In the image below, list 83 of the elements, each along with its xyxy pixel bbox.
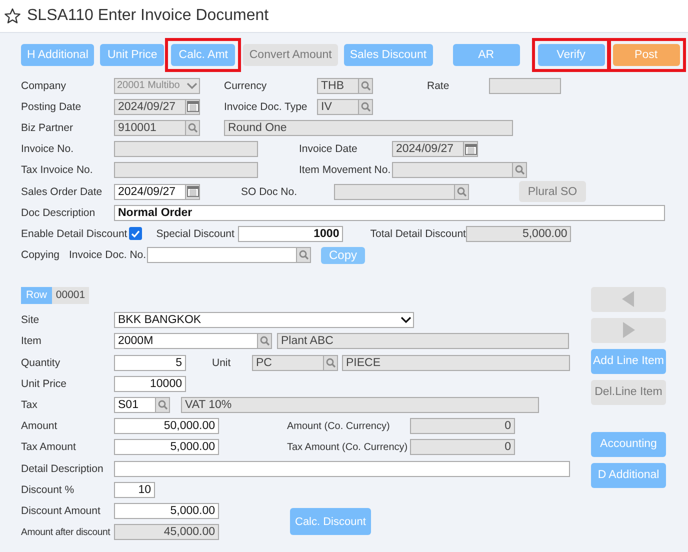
amount-field[interactable]: 0 xyxy=(410,418,515,434)
triangle-right-icon xyxy=(622,322,635,338)
row-label: Row xyxy=(21,286,52,304)
triangle-left-icon xyxy=(622,291,635,308)
field-label: Tax Invoice No. xyxy=(21,164,94,176)
partner-name-field[interactable]: Round One xyxy=(224,120,513,136)
search-icon[interactable] xyxy=(358,78,373,94)
field-label: Rate xyxy=(427,80,450,92)
calendar-icon[interactable] xyxy=(185,98,200,115)
field-label: Posting Date xyxy=(21,100,82,113)
doc-type-field[interactable]: IV xyxy=(317,98,358,115)
field-label: Item xyxy=(21,335,42,348)
field-label: Unit xyxy=(212,356,232,369)
quantity-field[interactable]: 5 xyxy=(114,354,186,371)
checkbox[interactable] xyxy=(129,227,142,240)
field-label: Item Movement No. xyxy=(299,164,392,176)
field-label: Currency xyxy=(224,80,268,92)
search-icon[interactable] xyxy=(358,98,373,115)
input-field[interactable] xyxy=(114,141,258,158)
description-field[interactable]: Normal Order xyxy=(114,204,665,221)
field-label: Enable Detail Discount xyxy=(21,228,128,240)
search-icon[interactable] xyxy=(512,162,527,178)
field-label: Tax Amount xyxy=(21,441,77,454)
price-field[interactable]: 10000 xyxy=(114,376,186,392)
window-title: SLSA110 Enter Invoice Document xyxy=(27,7,269,25)
amount-field[interactable]: 45,000.00 xyxy=(114,524,219,540)
field-label: Biz Partner xyxy=(21,122,74,134)
field-label: Amount after discount xyxy=(21,526,112,538)
field-label: Discount Amount xyxy=(21,504,102,517)
field-label: Special Discount xyxy=(156,228,236,240)
field-label: Site xyxy=(21,314,40,326)
amount-field[interactable]: 5,000.00 xyxy=(114,502,219,519)
field-label: Tax Amount (Co. Currency) xyxy=(287,442,409,453)
row-number: 00001 xyxy=(52,286,89,304)
unit-name-field[interactable]: PIECE xyxy=(342,354,570,371)
search-icon[interactable] xyxy=(155,397,170,414)
field-label: Invoice Doc. Type xyxy=(224,100,308,113)
partner-field[interactable]: 910001 xyxy=(114,120,185,136)
field-label: Company xyxy=(21,80,67,92)
field-label: Amount xyxy=(21,420,58,432)
calendar-icon[interactable] xyxy=(185,184,200,200)
field-label: Copying xyxy=(21,249,61,262)
amount-field[interactable]: 5,000.00 xyxy=(114,439,219,456)
lookup-field[interactable] xyxy=(334,184,454,200)
description-field[interactable] xyxy=(114,460,570,477)
field-label: Doc Description xyxy=(21,206,96,219)
amount-field[interactable]: 50,000.00 xyxy=(114,418,219,434)
item-name-field[interactable]: Plant ABC xyxy=(277,333,569,350)
field-label: Detail Description xyxy=(21,462,104,475)
field-label: Amount (Co. Currency) xyxy=(287,420,391,432)
field-label: Sales Order Date xyxy=(21,186,104,198)
field-label: Invoice No. xyxy=(21,143,75,156)
field-label: Invoice Doc. No. xyxy=(69,249,147,262)
field-label: Invoice Date xyxy=(299,143,358,156)
field-label: Unit Price xyxy=(21,378,68,390)
discount-field[interactable]: 1000 xyxy=(238,226,344,242)
search-icon[interactable] xyxy=(296,247,311,264)
field-label: Total Detail Discount xyxy=(370,228,466,240)
item-field[interactable]: 2000M xyxy=(114,333,257,350)
search-icon[interactable] xyxy=(323,354,338,371)
unit-field[interactable]: PC xyxy=(252,354,323,371)
search-icon[interactable] xyxy=(185,120,200,136)
date-field[interactable]: 2024/09/27 xyxy=(114,98,185,115)
tax-name-field[interactable]: VAT 10% xyxy=(181,397,539,414)
total-discount-field[interactable]: 5,000.00 xyxy=(466,226,572,242)
input-field[interactable] xyxy=(114,162,258,178)
lookup-field[interactable] xyxy=(392,162,512,178)
field-label: Quantity xyxy=(21,356,62,369)
star-icon[interactable] xyxy=(4,8,21,24)
search-icon[interactable] xyxy=(454,184,469,200)
date-field[interactable]: 2024/09/27 xyxy=(392,141,463,158)
discount-field[interactable]: 10 xyxy=(114,482,155,498)
amount-field[interactable]: 0 xyxy=(410,439,515,456)
field-label: SO Doc No. xyxy=(241,186,298,198)
lookup-field[interactable] xyxy=(147,247,296,264)
field-label: Tax xyxy=(21,399,38,412)
tax-field[interactable]: S01 xyxy=(114,397,155,414)
currency-field[interactable]: THB xyxy=(317,78,358,94)
calendar-icon[interactable] xyxy=(463,141,478,158)
rate-field[interactable] xyxy=(489,78,561,94)
date-field[interactable]: 2024/09/27 xyxy=(114,184,185,200)
search-icon[interactable] xyxy=(257,333,272,350)
field-label: Discount % xyxy=(21,484,76,496)
